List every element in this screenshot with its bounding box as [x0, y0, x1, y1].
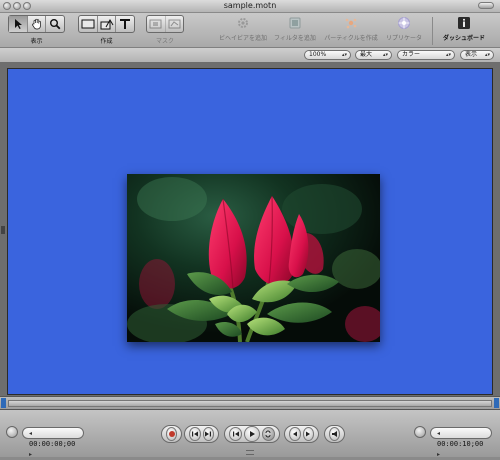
popup-arrows-icon: ▴▾: [484, 52, 490, 58]
particles-icon: [345, 18, 357, 29]
zoom-level-value: 100%: [309, 51, 327, 58]
step-back-button[interactable]: [289, 427, 301, 441]
behavior-gear-icon: [238, 18, 248, 28]
text-t-icon: [120, 19, 131, 29]
flower-photo: [127, 174, 380, 342]
rectangle-mask-button[interactable]: [147, 16, 166, 32]
replicator-icon: [398, 17, 410, 29]
resolution-popup[interactable]: 最大 ▴▾: [355, 50, 392, 60]
text-tool-button[interactable]: [116, 16, 134, 32]
arrow-pointer-icon: [14, 19, 22, 29]
go-to-end-button[interactable]: [202, 427, 214, 441]
create-tools-label: 作成: [100, 38, 113, 45]
popup-arrows-icon: ▴▾: [445, 52, 451, 58]
zoom-level-popup[interactable]: 100% ▴▾: [304, 50, 351, 60]
go-to-start-icon: [191, 431, 198, 437]
add-filter-label: フィルタを追加: [274, 35, 316, 42]
go-to-start-button[interactable]: [189, 427, 201, 441]
previous-frame-button[interactable]: [229, 427, 243, 441]
timeline-track[interactable]: [8, 400, 492, 407]
window-title: sample.motn: [223, 1, 277, 10]
out-point-marker[interactable]: [494, 398, 499, 408]
previous-frame-icon: [232, 431, 239, 437]
frame-step-group: [284, 425, 319, 443]
go-to-end-icon: [205, 431, 212, 437]
channels-value: カラー: [402, 51, 421, 58]
replicator-label: リプリケータ: [385, 35, 422, 42]
dashboard-button[interactable]: ダッシュボード: [438, 15, 490, 42]
make-particles-label: パーティクルを作成: [324, 35, 378, 42]
make-particles-button[interactable]: パーティクルを作成: [322, 15, 380, 42]
record-button[interactable]: [166, 427, 177, 441]
dashboard-label: ダッシュボード: [442, 35, 485, 42]
step-back-icon: [292, 431, 297, 437]
loop-button[interactable]: [261, 427, 276, 441]
pan-tool-button[interactable]: [28, 16, 47, 32]
view-tools-group: [8, 15, 65, 33]
chevron-left-icon: ◂: [29, 430, 33, 437]
flower-image-layer[interactable]: [127, 174, 380, 342]
zoom-tool-button[interactable]: [46, 16, 64, 32]
toolbar: 表示 作成 マスク ビヘイビアを追加 フィルタを追加 パーティクルを作成 リプリ…: [0, 13, 500, 48]
magnifier-icon: [50, 19, 61, 30]
bezier-mask-icon: [168, 19, 181, 29]
audio-group: [324, 425, 345, 443]
panel-resize-handle[interactable]: [1, 226, 5, 234]
info-icon: [458, 17, 470, 29]
toolbar-toggle-button[interactable]: [478, 2, 494, 9]
view-tools-label: 表示: [30, 38, 43, 45]
step-forward-button[interactable]: [302, 427, 314, 441]
add-behavior-label: ビヘイビアを追加: [218, 35, 267, 42]
current-time-field[interactable]: ◂ 00:00:00;00 ▸: [22, 427, 84, 458]
create-tools-group: [78, 15, 135, 33]
play-button[interactable]: [244, 426, 260, 442]
rectangle-mask-icon: [149, 19, 162, 29]
play-icon: [250, 431, 255, 437]
view-options-popup[interactable]: 表示 ▴▾: [460, 50, 494, 60]
transport-bar: ◂ 00:00:00;00 ▸ ◂ 00:00:10;00 ▸: [0, 410, 500, 458]
rectangle-tool-button[interactable]: [79, 16, 98, 32]
rectangle-icon: [81, 19, 95, 29]
step-forward-icon: [306, 431, 311, 437]
add-behavior-button[interactable]: ビヘイビアを追加: [216, 15, 270, 42]
window-resize-grip[interactable]: [246, 450, 254, 455]
in-point-marker[interactable]: [1, 398, 6, 408]
resolution-value: 最大: [360, 51, 373, 58]
loop-icon: [265, 430, 271, 438]
title-bar: sample.motn: [0, 0, 500, 13]
mini-timeline[interactable]: [0, 396, 500, 410]
mask-tools-group: [146, 15, 184, 33]
add-filter-button[interactable]: フィルタを追加: [270, 15, 320, 42]
chevron-left-icon: ◂: [437, 430, 441, 437]
bezier-shape-icon: [100, 18, 113, 29]
filter-icon: [289, 17, 301, 29]
duration-value: 00:00:10;00: [437, 440, 484, 448]
popup-arrows-icon: ▴▾: [382, 52, 388, 58]
record-group: [161, 425, 182, 443]
duration-field[interactable]: ◂ 00:00:10;00 ▸: [430, 427, 492, 458]
current-time-mode-knob[interactable]: [6, 426, 18, 438]
audio-toggle-button[interactable]: [329, 427, 340, 441]
record-icon: [168, 431, 175, 437]
duration-mode-knob[interactable]: [414, 426, 426, 438]
toolbar-separator: [432, 17, 433, 45]
speaker-icon: [331, 431, 337, 437]
current-time-value: 00:00:00;00: [29, 440, 76, 448]
bezier-tool-button[interactable]: [98, 16, 117, 32]
playback-group: [224, 425, 280, 443]
popup-arrows-icon: ▴▾: [341, 52, 347, 58]
channels-popup[interactable]: カラー ▴▾: [397, 50, 455, 60]
hand-icon: [31, 18, 41, 30]
canvas-options-bar: 100% ▴▾ 最大 ▴▾ カラー ▴▾ 表示 ▴▾: [0, 48, 500, 63]
jump-group: [184, 425, 219, 443]
view-options-value: 表示: [465, 51, 478, 58]
mask-tools-label: マスク: [155, 38, 174, 45]
bezier-mask-button[interactable]: [166, 16, 184, 32]
select-tool-button[interactable]: [9, 16, 28, 32]
replicator-button[interactable]: リプリケータ: [380, 15, 428, 42]
